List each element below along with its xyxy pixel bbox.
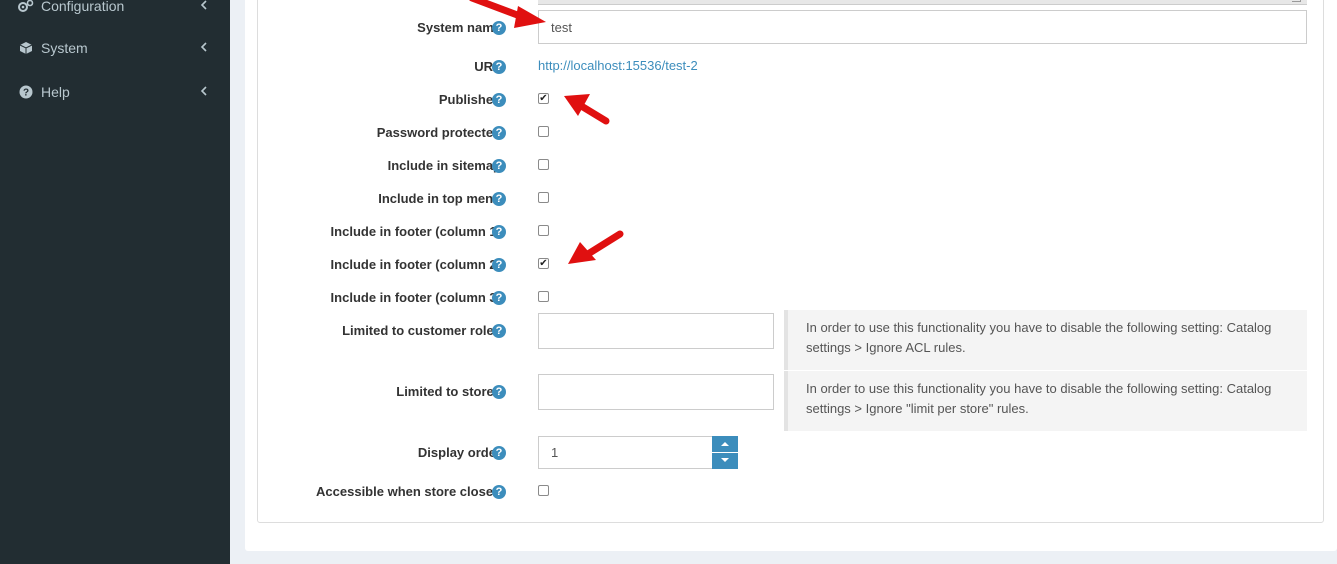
published-checkbox[interactable]: ✔ xyxy=(538,93,549,104)
sidebar: Configuration System ? Help xyxy=(0,0,230,564)
include-in-footer-2-checkbox[interactable]: ✔ xyxy=(538,258,549,269)
limited-to-stores-label: Limited to stores xyxy=(396,384,501,399)
annotation-arrow-icon xyxy=(469,0,546,28)
include-in-sitemap-checkbox[interactable] xyxy=(538,159,549,170)
help-icon[interactable]: ? xyxy=(492,485,506,499)
stores-note: In order to use this functionality you h… xyxy=(784,371,1307,431)
increment-button[interactable] xyxy=(712,436,738,453)
help-icon[interactable]: ? xyxy=(492,93,506,107)
question-circle-icon: ? xyxy=(17,85,35,99)
system-name-input[interactable] xyxy=(538,10,1307,44)
stores-input[interactable] xyxy=(538,374,774,410)
help-icon[interactable]: ? xyxy=(492,126,506,140)
url-link[interactable]: http://localhost:15536/test-2 xyxy=(538,58,698,73)
password-protected-checkbox[interactable] xyxy=(538,126,549,137)
include-in-sitemap-label: Include in sitemap xyxy=(387,158,501,173)
svg-text:?: ? xyxy=(23,88,29,99)
sidebar-item-label: Configuration xyxy=(41,0,125,14)
customer-roles-input[interactable] xyxy=(538,313,774,349)
cube-icon xyxy=(17,41,35,55)
editor-bottom-bar xyxy=(538,0,1307,5)
accessible-when-closed-label: Accessible when store closed xyxy=(316,484,501,499)
help-icon[interactable]: ? xyxy=(492,192,506,206)
customer-roles-note: In order to use this functionality you h… xyxy=(784,310,1307,370)
annotation-arrow-icon xyxy=(564,94,610,125)
display-order-label: Display order xyxy=(417,445,501,460)
sidebar-item-label: Help xyxy=(41,84,70,100)
chevron-left-icon xyxy=(200,0,208,15)
check-icon: ✔ xyxy=(539,92,548,104)
help-icon[interactable]: ? xyxy=(492,385,506,399)
display-order-stepper xyxy=(712,436,738,469)
limited-to-customer-roles-label: Limited to customer roles xyxy=(342,323,501,338)
help-icon[interactable]: ? xyxy=(492,258,506,272)
annotation-arrow-icon xyxy=(568,230,624,264)
help-icon[interactable]: ? xyxy=(492,159,506,173)
accessible-when-closed-checkbox[interactable] xyxy=(538,485,549,496)
sidebar-item-help[interactable]: ? Help xyxy=(0,72,230,112)
help-icon[interactable]: ? xyxy=(492,446,506,460)
content-box xyxy=(245,0,1337,551)
password-protected-label: Password protected xyxy=(376,125,501,140)
caret-down-icon xyxy=(721,458,729,462)
decrement-button[interactable] xyxy=(712,452,738,468)
include-in-top-menu-label: Include in top menu xyxy=(378,191,501,206)
sidebar-item-configuration[interactable]: Configuration xyxy=(0,0,230,26)
caret-up-icon xyxy=(721,442,729,446)
sidebar-item-label: System xyxy=(41,40,88,56)
chevron-left-icon xyxy=(200,84,208,101)
include-in-footer-3-label: Include in footer (column 3) xyxy=(330,290,501,305)
gears-icon xyxy=(17,0,35,13)
display-order-input[interactable] xyxy=(538,436,713,469)
include-in-top-menu-checkbox[interactable] xyxy=(538,192,549,203)
chevron-left-icon xyxy=(200,40,208,57)
content-area xyxy=(230,0,1337,564)
resize-handle-icon[interactable] xyxy=(1292,0,1301,2)
sidebar-item-system[interactable]: System xyxy=(0,28,230,68)
help-icon[interactable]: ? xyxy=(492,291,506,305)
include-in-footer-1-checkbox[interactable] xyxy=(538,225,549,236)
help-icon[interactable]: ? xyxy=(492,225,506,239)
help-icon[interactable]: ? xyxy=(492,60,506,74)
include-in-footer-1-label: Include in footer (column 1) xyxy=(330,224,501,239)
check-icon: ✔ xyxy=(539,257,548,269)
include-in-footer-2-label: Include in footer (column 2) xyxy=(330,257,501,272)
include-in-footer-3-checkbox[interactable] xyxy=(538,291,549,302)
help-icon[interactable]: ? xyxy=(492,324,506,338)
